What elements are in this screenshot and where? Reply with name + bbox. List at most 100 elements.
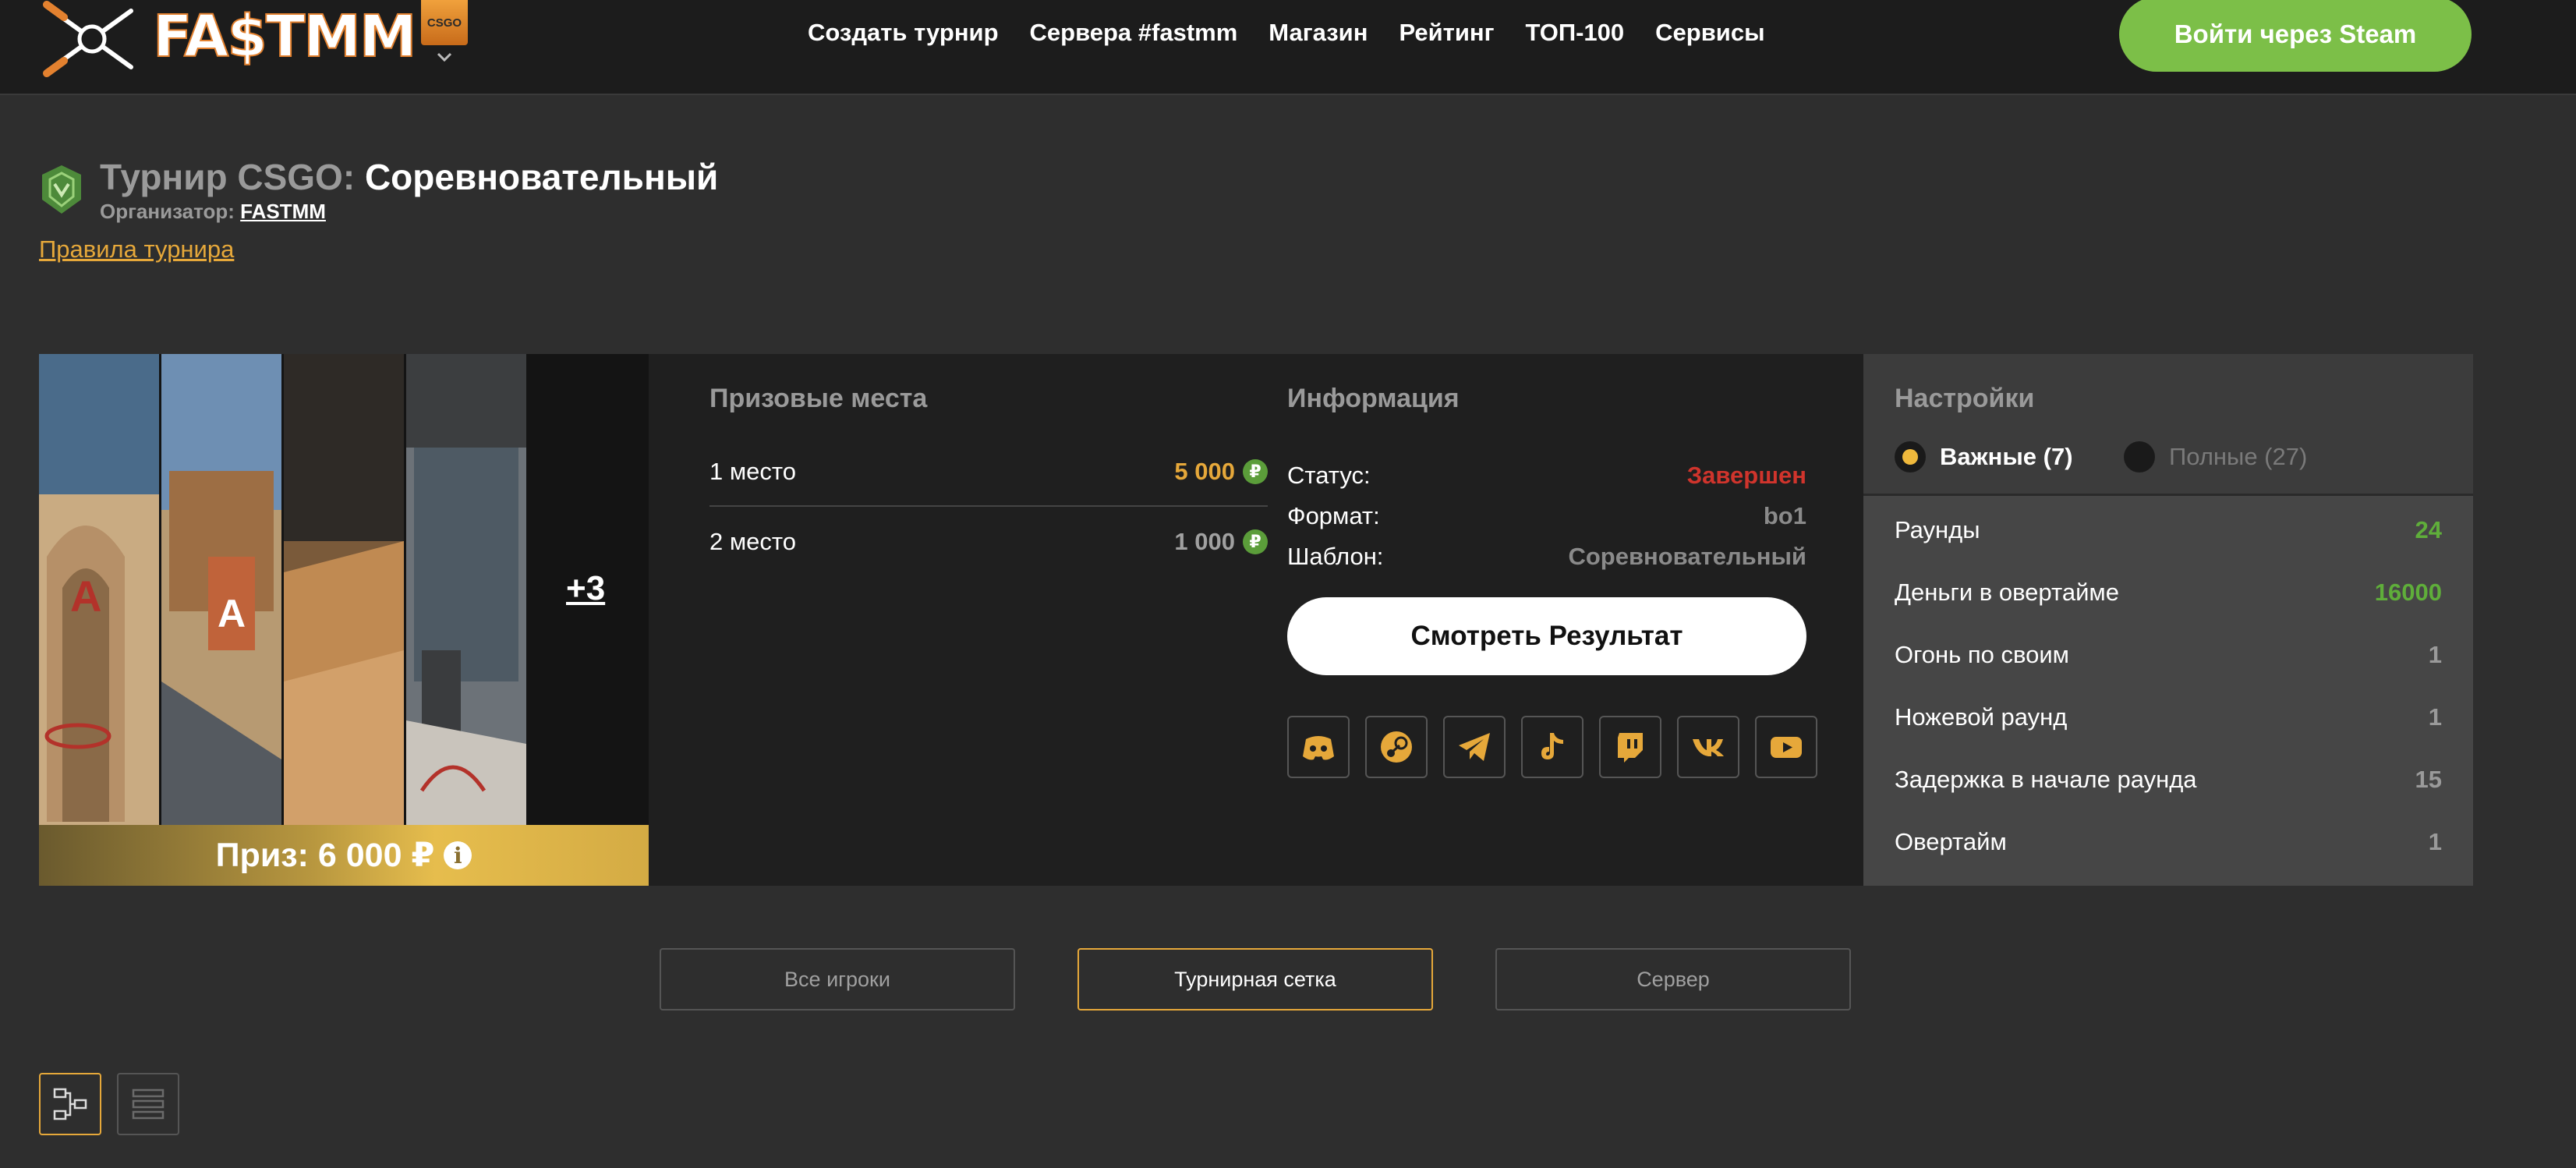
steam-icon bbox=[1381, 731, 1412, 763]
nav-servers[interactable]: Сервера #fastmm bbox=[1030, 17, 1238, 48]
radio-important-label: Важные (7) bbox=[1940, 443, 2073, 470]
map-thumbnail-dust2: A bbox=[39, 354, 159, 825]
setting-value: 15 bbox=[2415, 766, 2442, 793]
game-switcher[interactable]: CSGO bbox=[421, 0, 469, 71]
prize-value: 5 000 bbox=[1174, 458, 1235, 485]
map-thumbnail-overpass bbox=[406, 354, 526, 825]
setting-key: Задержка в начале раунда bbox=[1895, 766, 2197, 793]
vk-icon bbox=[1693, 739, 1724, 756]
list-icon bbox=[132, 1088, 165, 1120]
prize-banner: Приз: 6 000 ₽ i bbox=[39, 825, 649, 886]
logo-text: FA$TMM bbox=[152, 3, 418, 70]
prize-place: 1 место bbox=[709, 458, 796, 485]
view-result-button[interactable]: Смотреть Результат bbox=[1287, 597, 1806, 675]
more-maps-link[interactable]: +3 bbox=[566, 569, 605, 608]
organizer-link[interactable]: FASTMM bbox=[240, 200, 326, 223]
prize-row: 2 место 1 000 ₽ bbox=[709, 507, 1268, 577]
nav-top100[interactable]: ТОП-100 bbox=[1526, 17, 1625, 48]
setting-value: 16000 bbox=[2374, 579, 2442, 606]
steam-login-button[interactable]: Войти через Steam bbox=[2119, 0, 2472, 72]
title-prefix: Турнир CSGO: bbox=[100, 157, 356, 197]
organizer-line: Организатор: FASTMM bbox=[100, 200, 326, 224]
discord-icon bbox=[1303, 736, 1334, 760]
bracket-tree-icon bbox=[53, 1088, 87, 1120]
nav-rating[interactable]: Рейтинг bbox=[1399, 17, 1494, 48]
svg-text:A: A bbox=[70, 572, 101, 621]
info-icon[interactable]: i bbox=[444, 841, 472, 869]
settings-panel: Настройки Важные (7) Полные (27) Раунды … bbox=[1863, 354, 2473, 886]
chevron-down-icon bbox=[437, 52, 452, 62]
list-view-button[interactable] bbox=[117, 1073, 179, 1135]
page-title: Турнир CSGO: Соревновательный bbox=[100, 156, 718, 198]
setting-key: Деньги в овертайме bbox=[1895, 579, 2119, 606]
map-thumbnail-mirage: A bbox=[161, 354, 281, 825]
setting-value: 1 bbox=[2428, 641, 2442, 668]
nav-services[interactable]: Сервисы bbox=[1655, 17, 1764, 48]
tab-bracket[interactable]: Турнирная сетка bbox=[1077, 948, 1433, 1010]
settings-title: Настройки bbox=[1895, 384, 2035, 413]
setting-row: Овертайм 1 bbox=[1895, 826, 2442, 858]
info-row-format: Формат: bo1 bbox=[1287, 501, 1806, 532]
setting-row: Раунды 24 bbox=[1895, 515, 2442, 546]
info-title: Информация bbox=[1287, 384, 1460, 413]
twitch-link[interactable] bbox=[1599, 716, 1661, 778]
top-header: FA$TMM CSGO Создать турнир Сервера #fast… bbox=[0, 0, 2576, 95]
radio-unselected-icon bbox=[2124, 441, 2155, 473]
setting-row: Деньги в овертайме 16000 bbox=[1895, 577, 2442, 608]
tournament-emblem-icon bbox=[42, 165, 81, 214]
prize-row: 1 место 5 000 ₽ bbox=[709, 437, 1268, 507]
social-links bbox=[1287, 716, 1817, 778]
telegram-link[interactable] bbox=[1443, 716, 1506, 778]
radio-full[interactable]: Полные (27) bbox=[2124, 441, 2307, 473]
status-value: Завершен bbox=[1686, 462, 1806, 489]
csgo-badge: CSGO bbox=[421, 0, 468, 45]
template-value: Соревновательный bbox=[1568, 543, 1806, 570]
telegram-icon bbox=[1459, 733, 1490, 761]
site-logo[interactable]: FA$TMM bbox=[39, 0, 418, 81]
prize-value: 1 000 bbox=[1174, 528, 1235, 555]
setting-value: 1 bbox=[2428, 703, 2442, 731]
setting-key: Ножевой раунд bbox=[1895, 703, 2068, 731]
bracket-view-button[interactable] bbox=[39, 1073, 101, 1135]
tournament-rules-link[interactable]: Правила турнира bbox=[39, 235, 234, 264]
organizer-label: Организатор: bbox=[100, 200, 235, 223]
info-key: Формат: bbox=[1287, 502, 1380, 529]
info-row-template: Шаблон: Соревновательный bbox=[1287, 541, 1806, 572]
info-row-status: Статус: Завершен bbox=[1287, 460, 1806, 491]
radio-important[interactable]: Важные (7) bbox=[1895, 441, 2073, 473]
youtube-icon bbox=[1771, 737, 1802, 758]
info-key: Шаблон: bbox=[1287, 543, 1384, 570]
steam-link[interactable] bbox=[1365, 716, 1428, 778]
svg-text:A: A bbox=[218, 592, 246, 635]
map-pool: A A +3 bbox=[39, 354, 649, 825]
nav-shop[interactable]: Магазин bbox=[1269, 17, 1368, 48]
tiktok-link[interactable] bbox=[1521, 716, 1583, 778]
prize-amount: 5 000 ₽ bbox=[1174, 458, 1268, 486]
setting-row: Ножевой раунд 1 bbox=[1895, 702, 2442, 733]
map-thumbnail-inferno bbox=[284, 354, 404, 825]
twitch-icon bbox=[1618, 733, 1643, 763]
prize-place: 2 место bbox=[709, 528, 796, 555]
prize-amount: 1 000 ₽ bbox=[1174, 528, 1268, 556]
discord-link[interactable] bbox=[1287, 716, 1350, 778]
tab-server[interactable]: Сервер bbox=[1495, 948, 1851, 1010]
ruble-coin-icon: ₽ bbox=[1243, 459, 1268, 484]
info-key: Статус: bbox=[1287, 462, 1371, 489]
prize-total: Приз: 6 000 ₽ bbox=[215, 837, 435, 874]
radio-full-label: Полные (27) bbox=[2169, 443, 2308, 470]
youtube-link[interactable] bbox=[1755, 716, 1817, 778]
ruble-coin-icon: ₽ bbox=[1243, 529, 1268, 554]
vk-link[interactable] bbox=[1677, 716, 1739, 778]
setting-key: Огонь по своим bbox=[1895, 641, 2069, 668]
nav-create-tournament[interactable]: Создать турнир bbox=[808, 17, 999, 48]
setting-key: Овертайм bbox=[1895, 828, 2007, 855]
title-main: Соревновательный bbox=[364, 157, 719, 197]
setting-value: 24 bbox=[2415, 516, 2442, 543]
setting-key: Раунды bbox=[1895, 516, 1980, 543]
tab-all-players[interactable]: Все игроки bbox=[660, 948, 1015, 1010]
format-value: bo1 bbox=[1763, 502, 1806, 529]
radio-selected-icon bbox=[1895, 441, 1926, 473]
tiktok-icon bbox=[1541, 733, 1563, 759]
main-nav: Создать турнир Сервера #fastmm Магазин Р… bbox=[808, 17, 1796, 48]
setting-row: Огонь по своим 1 bbox=[1895, 639, 2442, 671]
